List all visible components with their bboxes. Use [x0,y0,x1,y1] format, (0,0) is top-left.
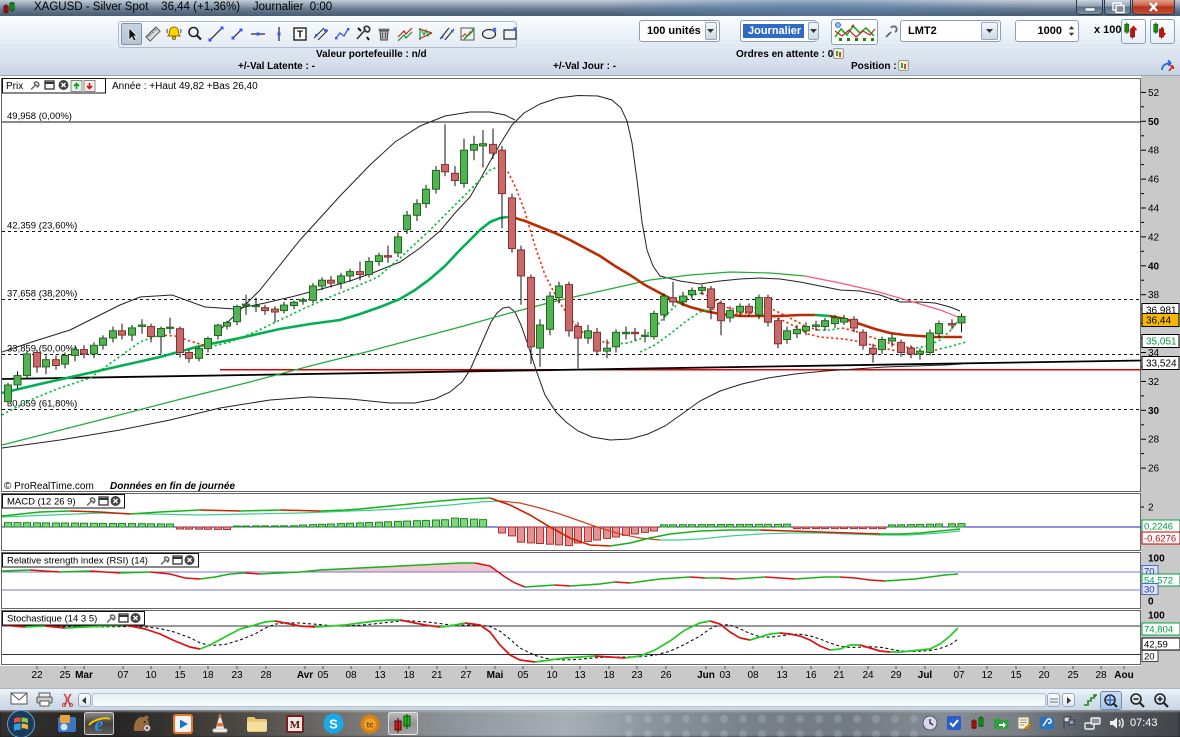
svg-text:38: 38 [1148,290,1160,301]
svg-text:52: 52 [1148,88,1160,99]
svg-text:48: 48 [1148,146,1160,157]
svg-text:20: 20 [1144,652,1155,663]
svg-text:25: 25 [59,670,71,681]
svg-text:18: 18 [202,670,214,681]
svg-text:08: 08 [345,670,357,681]
svg-text:16: 16 [805,670,817,681]
svg-text:40: 40 [1148,261,1160,272]
svg-text:07: 07 [953,670,965,681]
svg-text:24: 24 [862,670,874,681]
svg-text:30,059 (61,80%): 30,059 (61,80%) [7,398,77,409]
svg-text:21: 21 [833,670,845,681]
svg-text:44: 44 [1148,204,1160,215]
svg-text:13: 13 [776,670,788,681]
svg-text:35,051: 35,051 [1146,337,1177,348]
svg-text:S: S [329,717,338,732]
svg-text:© ProRealTime.com: © ProRealTime.com [4,481,94,492]
svg-text:Relative strength index (RSI): Relative strength index (RSI) (14) [7,556,148,567]
svg-text:Avr: Avr [297,670,313,681]
svg-text:0,2246: 0,2246 [1144,522,1173,533]
svg-text:25: 25 [1067,670,1079,681]
svg-text:e: e [95,714,104,736]
svg-text:42,359 (23,60%): 42,359 (23,60%) [7,221,77,232]
svg-text:26: 26 [1148,464,1160,475]
svg-text:33,524: 33,524 [1146,359,1177,370]
svg-text:30: 30 [1144,585,1155,596]
svg-text:15: 15 [1010,670,1022,681]
svg-text:36,44: 36,44 [1146,316,1171,327]
svg-text:Données en fin de journée: Données en fin de journée [110,481,235,492]
svg-text:2: 2 [1148,503,1154,514]
svg-text:46: 46 [1148,175,1160,186]
svg-text:42: 42 [1148,232,1160,243]
svg-text:tc: tc [366,720,374,729]
svg-text:20: 20 [1038,670,1050,681]
svg-text:15: 15 [174,670,186,681]
svg-text:23: 23 [231,670,243,681]
svg-text:29: 29 [890,670,902,681]
svg-text:Aou: Aou [1114,670,1133,681]
svg-text:42,59: 42,59 [1144,640,1168,651]
svg-text:Mai: Mai [487,670,504,681]
svg-text:28: 28 [260,670,272,681]
svg-text:33,859 (50,00%): 33,859 (50,00%) [7,344,77,355]
svg-text:0: 0 [1148,597,1154,608]
svg-text:74,804: 74,804 [1144,625,1173,636]
svg-text:03: 03 [719,670,731,681]
svg-text:18: 18 [403,670,415,681]
svg-text:M: M [290,719,301,731]
svg-text:Mar: Mar [75,670,93,681]
svg-text:100: 100 [1148,554,1165,565]
svg-text:Jun: Jun [697,670,715,681]
svg-text:23: 23 [631,670,643,681]
svg-text:Stochastique (14 3 5): Stochastique (14 3 5) [7,614,97,625]
svg-text:26: 26 [660,670,672,681]
svg-text:37,658 (38,20%): 37,658 (38,20%) [7,289,77,300]
svg-text:Prix: Prix [6,81,23,92]
svg-text:13: 13 [574,670,586,681]
svg-text:30: 30 [1148,406,1160,417]
svg-text:05: 05 [317,670,329,681]
svg-text:08: 08 [747,670,759,681]
svg-text:10: 10 [546,670,558,681]
svg-text:-0,6276: -0,6276 [1144,534,1176,545]
svg-text:50: 50 [1148,117,1160,128]
svg-text:05: 05 [517,670,529,681]
svg-text:22: 22 [31,670,43,681]
svg-text:100: 100 [1148,611,1165,622]
svg-text:32: 32 [1148,377,1160,388]
svg-text:Jul: Jul [918,670,933,681]
svg-text:13: 13 [374,670,386,681]
svg-text:28: 28 [1095,670,1107,681]
svg-text:10: 10 [145,670,157,681]
svg-text:12: 12 [981,670,993,681]
svg-text:MACD (12 26 9): MACD (12 26 9) [7,497,76,508]
svg-text:07: 07 [117,670,129,681]
svg-text:18: 18 [603,670,615,681]
svg-text:27: 27 [460,670,472,681]
svg-text:Année : +Haut 49,82 +Bas 26,40: Année : +Haut 49,82 +Bas 26,40 [112,81,258,92]
svg-text:49,958 (0,00%): 49,958 (0,00%) [7,111,72,122]
svg-text:28: 28 [1148,435,1160,446]
svg-text:21: 21 [431,670,443,681]
